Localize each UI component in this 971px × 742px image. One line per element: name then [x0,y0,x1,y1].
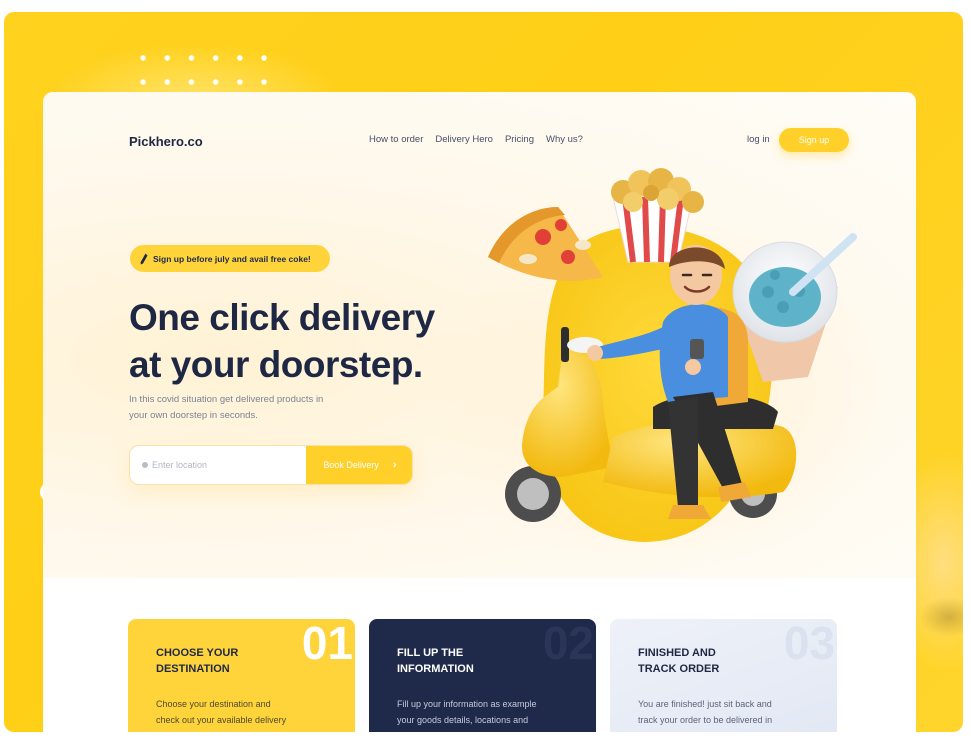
chevron-right-icon: › [392,459,397,471]
step-number: 02 [542,619,594,669]
brand-logo[interactable]: Pickhero.co [129,134,203,149]
landing-page-card: Pickhero.co How to order Delivery Hero P… [43,92,916,732]
headline-line-1: One click delivery [129,297,435,338]
step-card-3[interactable]: 03 FINISHED AND TRACK ORDER You are fini… [610,619,837,732]
subtext-line-1: In this covid situation get delivered pr… [129,394,324,405]
step-title: FILL UP THE INFORMATION [397,645,537,677]
step-desc-line-1: Choose your destination and [156,699,271,709]
nav-item-how-to-order[interactable]: How to order [369,134,423,145]
step-card-1[interactable]: 01 CHOOSE YOUR DESTINATION Choose your d… [128,619,355,732]
location-pin-icon [142,462,148,468]
book-delivery-button[interactable]: Book Delivery › [306,446,412,484]
step-title-line-2: DESTINATION [156,663,230,675]
step-description: You are finished! just sit back and trac… [638,696,813,728]
location-search-bar: Book Delivery › [129,445,413,485]
hero-headline: One click delivery at your doorstep. [129,294,435,388]
signup-button[interactable]: Sign up [779,128,849,152]
step-description: Fill up your information as example your… [397,696,572,728]
step-desc-line-1: Fill up your information as example [397,699,537,709]
step-desc-line-2: track your order to be delivered in [638,715,773,725]
promo-badge[interactable]: Sign up before july and avail free coke! [130,245,330,272]
background-glow [919,597,963,637]
location-input[interactable] [152,456,302,474]
delivery-hero-illustration [488,168,857,542]
main-nav: How to order Delivery Hero Pricing Why u… [369,134,583,145]
hero-subtext: In this covid situation get delivered pr… [129,392,359,424]
step-number: 01 [301,619,353,669]
step-card-2[interactable]: 02 FILL UP THE INFORMATION Fill up your … [369,619,596,732]
login-link[interactable]: log in [747,134,770,145]
step-title-line-1: CHOOSE YOUR [156,647,239,659]
step-title-line-1: FINISHED AND [638,647,716,659]
step-title: CHOOSE YOUR DESTINATION [156,645,296,677]
bottle-icon [140,253,148,264]
nav-item-pricing[interactable]: Pricing [505,134,534,145]
step-number: 03 [783,619,835,669]
step-desc-line-1: You are finished! just sit back and [638,699,772,709]
step-desc-line-2: check out your available delivery [156,715,287,725]
headline-line-2: at your doorstep. [129,344,423,385]
nav-item-why-us[interactable]: Why us? [546,134,583,145]
nav-item-delivery-hero[interactable]: Delivery Hero [435,134,493,145]
step-description: Choose your destination and check out yo… [156,696,331,728]
step-title: FINISHED AND TRACK ORDER [638,645,778,677]
step-desc-line-2: your goods details, locations and [397,715,529,725]
book-delivery-label: Book Delivery [323,460,379,470]
promo-text: Sign up before july and avail free coke! [153,253,311,264]
step-title-line-1: FILL UP THE [397,647,464,659]
pizza-icon [488,207,603,281]
step-title-line-2: INFORMATION [397,663,474,675]
subtext-line-2: your own doorstep in seconds. [129,410,258,421]
step-title-line-2: TRACK ORDER [638,663,720,675]
